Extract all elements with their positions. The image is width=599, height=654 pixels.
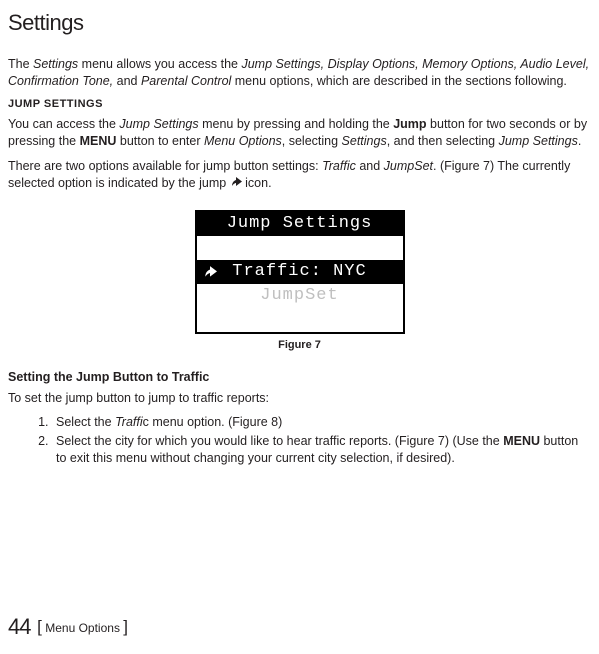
figure-caption: Figure 7	[8, 338, 591, 353]
jp1-g: button to enter	[116, 134, 204, 148]
intro-parental-term: Parental Control	[141, 74, 231, 88]
intro-settings-term: Settings	[33, 57, 78, 71]
figure-7: Jump Settings Traffic: NYC JumpSet Figur…	[8, 210, 591, 353]
page-number: 44	[8, 614, 30, 639]
jp2-c: and	[356, 159, 384, 173]
li2-a: Select the city for which you would like…	[56, 434, 503, 448]
step-1: Select the Traffic menu option. (Figure …	[52, 414, 591, 431]
li2-b: MENU	[503, 434, 540, 448]
jump-para-2: There are two options available for jump…	[8, 158, 591, 192]
lcd-blank-row	[197, 236, 403, 260]
jp2-b: Traffic	[322, 159, 356, 173]
jp1-c: menu by pressing and holding the	[199, 117, 394, 131]
jump-icon	[230, 176, 242, 193]
lcd-selected-row: Traffic: NYC	[197, 260, 403, 284]
intro-paragraph: The Settings menu allows you access the …	[8, 56, 591, 90]
jp1-k: , and then selecting	[387, 134, 499, 148]
lcd-title-row: Jump Settings	[197, 212, 403, 236]
footer-section: Menu Options	[45, 621, 120, 635]
li1-b: Traffi	[115, 415, 143, 429]
jp1-b: Jump Settings	[119, 117, 198, 131]
bracket-close: ]	[123, 617, 128, 636]
li1-a: Select the	[56, 415, 115, 429]
bracket-open: [	[37, 617, 42, 636]
lcd-display: Jump Settings Traffic: NYC JumpSet	[195, 210, 405, 334]
lcd-blank-row-2	[197, 308, 403, 332]
jp1-i: , selecting	[282, 134, 342, 148]
li1-c: c menu option. (Figure 8)	[143, 415, 283, 429]
jump-settings-heading: JUMP SETTINGS	[8, 97, 591, 112]
jp1-l: Jump Settings	[499, 134, 578, 148]
jp1-j: Settings	[342, 134, 387, 148]
steps-list: Select the Traffic menu option. (Figure …	[52, 414, 591, 467]
jp1-f: MENU	[80, 134, 117, 148]
jp1-h: Menu Options	[204, 134, 282, 148]
intro-text-2: menu allows you access the	[78, 57, 241, 71]
intro-text-1: The	[8, 57, 33, 71]
lcd-dim-row: JumpSet	[197, 284, 403, 308]
jump-para-1: You can access the Jump Settings menu by…	[8, 116, 591, 150]
jp1-a: You can access the	[8, 117, 119, 131]
jp2-d: JumpSet	[384, 159, 433, 173]
jp1-m: .	[578, 134, 581, 148]
intro-text-4: menu options, which are described in the…	[231, 74, 567, 88]
setting-intro: To set the jump button to jump to traffi…	[8, 390, 591, 407]
jp2-f: icon.	[242, 176, 272, 190]
intro-text-3: and	[113, 74, 141, 88]
step-2: Select the city for which you would like…	[52, 433, 591, 467]
lcd-selected-text: Traffic: NYC	[232, 262, 366, 281]
setting-traffic-heading: Setting the Jump Button to Traffic	[8, 369, 591, 386]
page-title: Settings	[8, 8, 591, 38]
jp2-a: There are two options available for jump…	[8, 159, 322, 173]
jp1-d: Jump	[393, 117, 426, 131]
page-footer: 44 [ Menu Options ]	[8, 612, 128, 642]
